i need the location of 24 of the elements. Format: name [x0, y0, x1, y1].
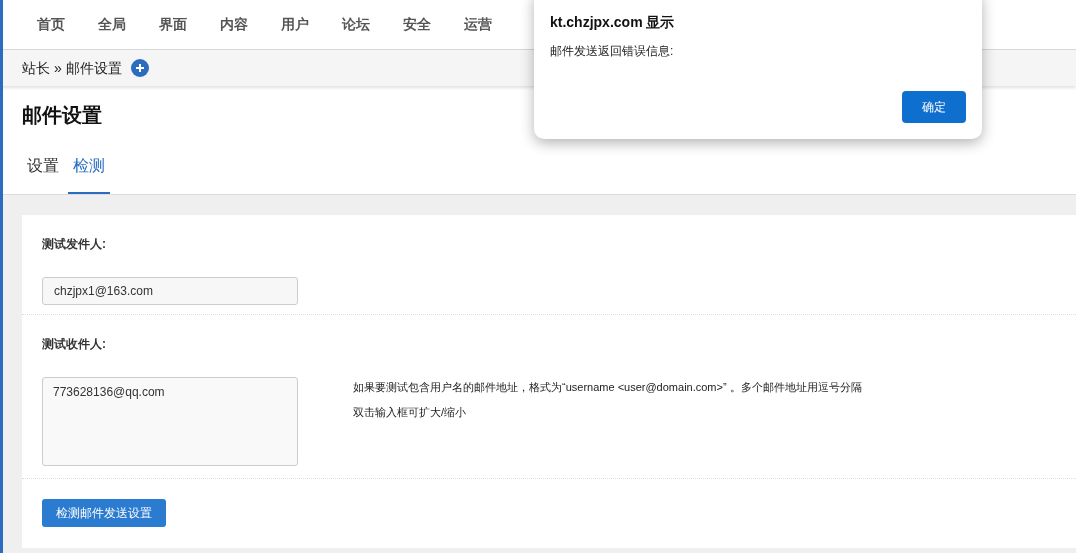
field-label: 测试收件人: [42, 336, 107, 353]
nav-item[interactable]: 界面 [147, 14, 208, 35]
hint-text: 如果要测试包含用户名的邮件地址，格式为“username <user@domain.com>” 。多个邮件地址用逗号分隔 [353, 380, 862, 395]
breadcrumb-separator: » [54, 58, 62, 78]
nav-item[interactable]: 用户 [269, 14, 330, 35]
nav-item[interactable]: 安全 [391, 14, 452, 35]
nav-item[interactable]: 全局 [86, 14, 147, 35]
add-icon[interactable] [130, 59, 149, 77]
nav-item[interactable]: 首页 [25, 14, 86, 35]
field-label: 测试发件人: [42, 236, 107, 253]
page-title: 邮件设置 [22, 103, 102, 128]
ok-button[interactable]: 确定 [902, 91, 966, 123]
breadcrumb-current: 邮件设置 [65, 58, 122, 78]
recipient-field[interactable]: 773628136@qq.com [42, 377, 298, 466]
dialog-title: kt.chzjpx.com 显示 [550, 13, 675, 32]
submit-button[interactable]: 检测邮件发送设置 [42, 499, 166, 527]
dialog-message: 邮件发送返回错误信息: [550, 43, 674, 60]
sender-field[interactable]: chzjpx1@163.com [42, 277, 298, 305]
nav-item[interactable]: 运营 [452, 14, 513, 35]
nav-item[interactable]: 内容 [208, 14, 269, 35]
nav-item[interactable]: 论坛 [330, 14, 391, 35]
tab[interactable]: 设置 [22, 154, 64, 194]
hint-text: 双击输入框可扩大/缩小 [353, 404, 468, 420]
breadcrumb-link[interactable]: 站长 [22, 57, 50, 79]
